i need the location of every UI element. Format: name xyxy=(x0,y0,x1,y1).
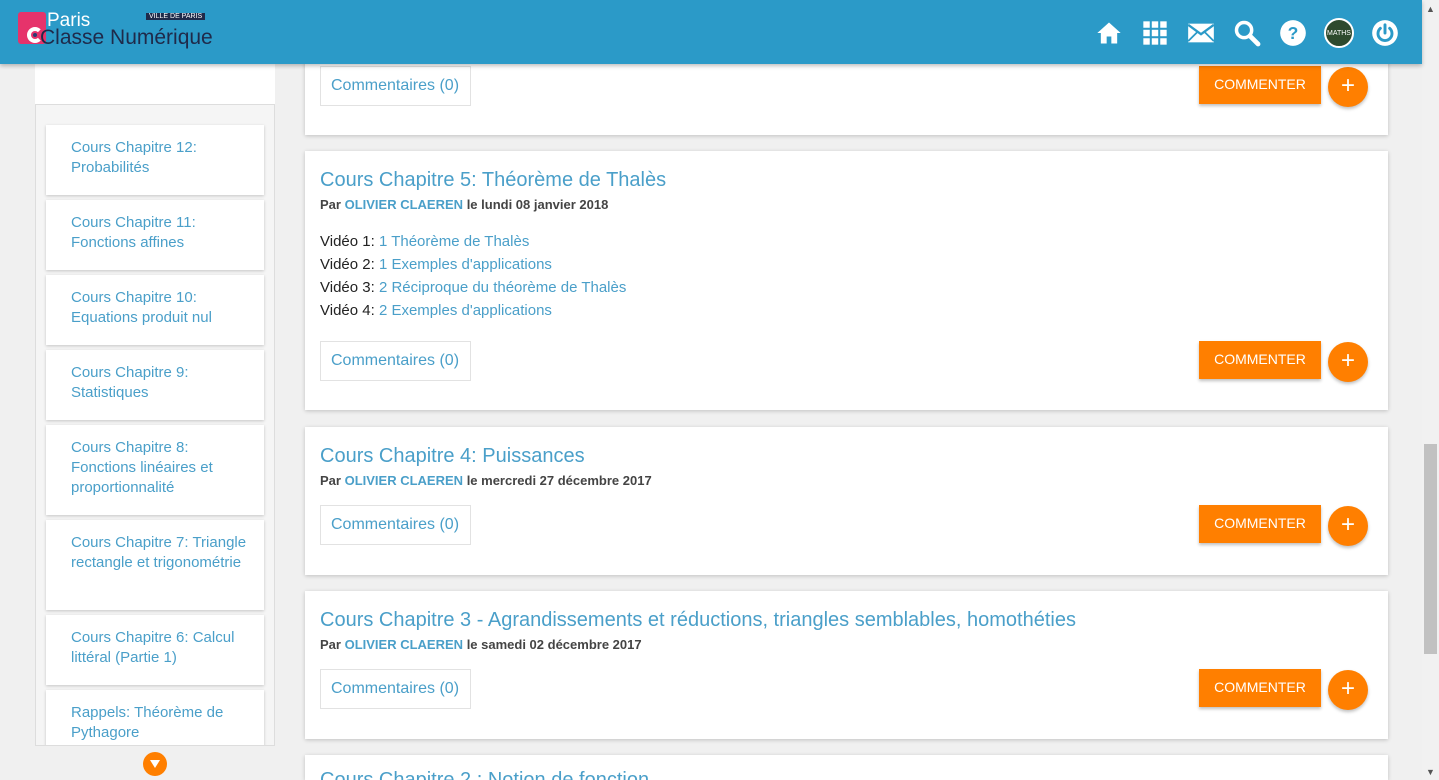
page-scrollbar[interactable]: ▲ ▼ xyxy=(1422,0,1439,780)
post-meta: Par OLIVIER CLAEREN le samedi 02 décembr… xyxy=(320,637,642,652)
post-title[interactable]: Cours Chapitre 2 : Notion de fonction xyxy=(320,769,649,780)
comment-button[interactable]: COMMENTER xyxy=(1199,505,1321,543)
comments-link[interactable]: Commentaires (0) xyxy=(320,669,471,709)
comments-link[interactable]: Commentaires (0) xyxy=(320,66,471,106)
video-item: Vidéo 1: 1 Théorème de Thalès xyxy=(320,230,626,253)
post-card: Cours Chapitre 2 : Notion de fonction xyxy=(305,755,1388,780)
triangle-down-icon xyxy=(150,760,160,768)
help-icon[interactable]: ? xyxy=(1270,16,1316,50)
post-by-label: Par xyxy=(320,473,341,488)
comment-button[interactable]: COMMENTER xyxy=(1199,341,1321,379)
post-date: le samedi 02 décembre 2017 xyxy=(466,637,642,652)
post-author[interactable]: OLIVIER CLAEREN xyxy=(345,473,463,488)
scroll-thumb[interactable] xyxy=(1424,444,1437,654)
sidebar-item-chapitre-11[interactable]: Cours Chapitre 11: Fonctions affines xyxy=(46,200,264,270)
video-prefix: Vidéo 3: xyxy=(320,279,379,296)
sidebar-item-chapitre-9[interactable]: Cours Chapitre 9: Statistiques xyxy=(46,350,264,420)
post-title[interactable]: Cours Chapitre 4: Puissances xyxy=(320,445,585,468)
video-item: Vidéo 3: 2 Réciproque du théorème de Tha… xyxy=(320,276,626,299)
sidebar-item-chapitre-12[interactable]: Cours Chapitre 12: Probabilités xyxy=(46,125,264,195)
video-link[interactable]: 2 Réciproque du théorème de Thalès xyxy=(379,279,626,296)
sidebar-item-chapitre-6[interactable]: Cours Chapitre 6: Calcul littéral (Parti… xyxy=(46,615,264,685)
post-date: le mercredi 27 décembre 2017 xyxy=(466,473,652,488)
sidebar-header xyxy=(35,64,275,104)
logo-partner: VILLE DE PARIS xyxy=(146,13,206,20)
video-link[interactable]: 1 Théorème de Thalès xyxy=(379,233,529,250)
comment-button[interactable]: COMMENTER xyxy=(1199,669,1321,707)
video-item: Vidéo 2: 1 Exemples d'applications xyxy=(320,253,626,276)
sidebar: Cours Chapitre 12: Probabilités Cours Ch… xyxy=(35,104,275,746)
video-list: Vidéo 1: 1 Théorème de Thalès Vidéo 2: 1… xyxy=(320,230,626,322)
post-by-label: Par xyxy=(320,637,341,652)
post-title[interactable]: Cours Chapitre 5: Théorème de Thalès xyxy=(320,169,666,192)
scroll-down-arrow-icon[interactable]: ▼ xyxy=(1422,763,1439,780)
post-meta: Par OLIVIER CLAEREN le lundi 08 janvier … xyxy=(320,197,608,212)
post-meta: Par OLIVIER CLAEREN le mercredi 27 décem… xyxy=(320,473,652,488)
search-icon[interactable] xyxy=(1224,16,1270,50)
plus-button[interactable]: + xyxy=(1328,67,1368,107)
svg-text:?: ? xyxy=(1288,23,1299,43)
post-card: Cours Chapitre 5: Théorème de Thalès Par… xyxy=(305,151,1388,410)
logo[interactable]: Paris VILLE DE PARIS Classe Numérique xyxy=(18,10,238,54)
sidebar-item-pythagore[interactable]: Rappels: Théorème de Pythagore xyxy=(46,690,264,745)
post-date: le lundi 08 janvier 2018 xyxy=(466,197,609,212)
mail-icon[interactable] xyxy=(1178,16,1224,50)
home-icon[interactable] xyxy=(1086,16,1132,50)
sidebar-item-chapitre-7[interactable]: Cours Chapitre 7: Triangle rectangle et … xyxy=(46,520,264,610)
video-prefix: Vidéo 2: xyxy=(320,256,379,273)
avatar-container[interactable]: MATHS xyxy=(1316,16,1362,50)
post-author[interactable]: OLIVIER CLAEREN xyxy=(345,197,463,212)
comments-link[interactable]: Commentaires (0) xyxy=(320,341,471,381)
post-by-label: Par xyxy=(320,197,341,212)
video-link[interactable]: 1 Exemples d'applications xyxy=(379,256,552,273)
plus-button[interactable]: + xyxy=(1328,506,1368,546)
comment-button[interactable]: COMMENTER xyxy=(1199,66,1321,104)
top-bar: Paris VILLE DE PARIS Classe Numérique ? … xyxy=(0,0,1422,64)
video-link[interactable]: 2 Exemples d'applications xyxy=(379,302,552,319)
logo-name: Classe Numérique xyxy=(40,26,213,49)
post-title[interactable]: Cours Chapitre 3 - Agrandissements et ré… xyxy=(320,609,1076,632)
video-prefix: Vidéo 4: xyxy=(320,302,379,319)
comments-link[interactable]: Commentaires (0) xyxy=(320,505,471,545)
post-card: Cours Chapitre 4: Puissances Par OLIVIER… xyxy=(305,427,1388,575)
sidebar-scroll-down-button[interactable] xyxy=(143,752,167,776)
sidebar-item-chapitre-10[interactable]: Cours Chapitre 10: Equations produit nul xyxy=(46,275,264,345)
nav-icons: ? MATHS xyxy=(1086,16,1408,50)
plus-button[interactable]: + xyxy=(1328,670,1368,710)
post-card: Cours Chapitre 3 - Agrandissements et ré… xyxy=(305,591,1388,739)
apps-grid-icon[interactable] xyxy=(1132,16,1178,50)
sidebar-item-chapitre-8[interactable]: Cours Chapitre 8: Fonctions linéaires et… xyxy=(46,425,264,515)
power-icon[interactable] xyxy=(1362,16,1408,50)
post-author[interactable]: OLIVIER CLAEREN xyxy=(345,637,463,652)
plus-button[interactable]: + xyxy=(1328,342,1368,382)
avatar[interactable]: MATHS xyxy=(1324,18,1354,48)
video-prefix: Vidéo 1: xyxy=(320,233,379,250)
scroll-up-arrow-icon[interactable]: ▲ xyxy=(1422,0,1439,17)
video-item: Vidéo 4: 2 Exemples d'applications xyxy=(320,299,626,322)
